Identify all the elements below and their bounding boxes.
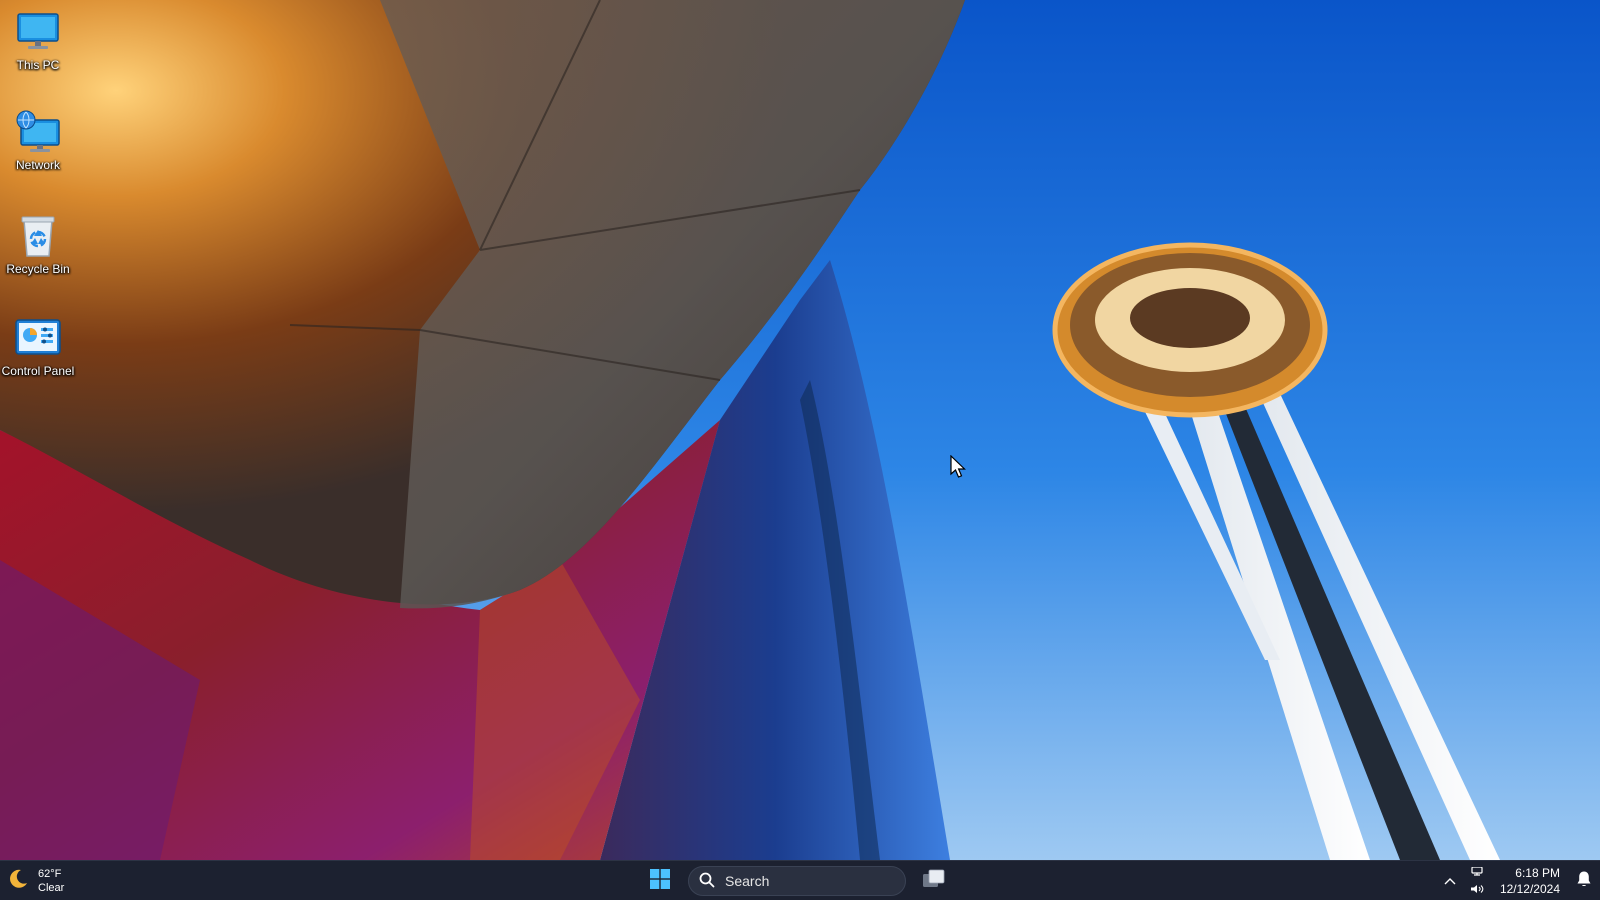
- network-icon: [14, 108, 62, 156]
- desktop-icon-label: This PC: [16, 58, 60, 72]
- control-panel-icon: [14, 314, 62, 362]
- windows-logo-icon: [650, 868, 670, 894]
- clock-time: 6:18 PM: [1515, 866, 1560, 880]
- taskbar-search-box[interactable]: Search: [688, 866, 906, 896]
- task-view-button[interactable]: [918, 865, 950, 897]
- start-button[interactable]: [644, 865, 676, 897]
- mouse-cursor-icon: [950, 455, 966, 478]
- desktop-icon-label: Network: [15, 158, 60, 172]
- desktop-wallpaper: [0, 0, 1600, 860]
- taskbar: 62°F Clear Search 6:18 PM 12/12/2024: [0, 860, 1600, 900]
- recycle-bin-icon: [14, 212, 62, 260]
- network-volume-button[interactable]: [1462, 865, 1492, 897]
- monitor-icon: [14, 8, 62, 56]
- clock-date: 12/12/2024: [1499, 882, 1560, 896]
- desktop-icon-this-pc[interactable]: This PC: [2, 8, 74, 72]
- search-label: Search: [725, 873, 770, 889]
- search-icon: [699, 872, 715, 891]
- notifications-button[interactable]: [1568, 865, 1600, 897]
- desktop-icon-label: Control Panel: [1, 364, 75, 378]
- desktop-icon-label: Recycle Bin: [6, 262, 70, 276]
- system-tray: 6:18 PM 12/12/2024: [1438, 861, 1600, 900]
- show-hidden-icons-button[interactable]: [1438, 865, 1462, 897]
- moon-icon: [6, 867, 30, 896]
- volume-icon: [1469, 881, 1485, 899]
- desktop[interactable]: This PC Network Recycle Bin Control Pane…: [0, 0, 1600, 900]
- bell-icon: [1576, 870, 1592, 893]
- desktop-icon-network[interactable]: Network: [2, 108, 74, 172]
- weather-widget[interactable]: 62°F Clear: [6, 865, 64, 897]
- task-view-icon: [922, 868, 946, 895]
- desktop-icon-control-panel[interactable]: Control Panel: [2, 314, 74, 378]
- clock-button[interactable]: 6:18 PM 12/12/2024: [1492, 865, 1568, 897]
- desktop-icon-recycle-bin[interactable]: Recycle Bin: [2, 212, 74, 276]
- weather-temperature: 62°F: [38, 868, 62, 880]
- chevron-up-icon: [1444, 872, 1456, 890]
- network-status-icon: [1469, 863, 1485, 881]
- weather-condition: Clear: [38, 882, 65, 894]
